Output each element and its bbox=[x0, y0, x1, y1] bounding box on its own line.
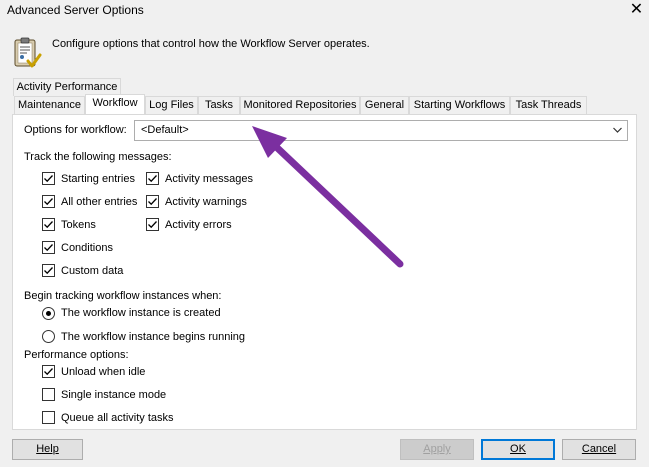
custom-data-checkbox[interactable] bbox=[42, 264, 55, 277]
activity-errors-label: Activity errors bbox=[165, 219, 232, 231]
cancel-button-label: Cancel bbox=[581, 443, 617, 455]
single-instance-mode-checkbox[interactable] bbox=[42, 388, 55, 401]
tokens-checkbox[interactable] bbox=[42, 218, 55, 231]
tab-starting-workflows[interactable]: Starting Workflows bbox=[409, 96, 510, 114]
custom-data-label: Custom data bbox=[61, 265, 124, 277]
tab-label: Starting Workflows bbox=[413, 99, 506, 111]
queue-all-activity-tasks-checkbox[interactable] bbox=[42, 411, 55, 424]
tab-log-files[interactable]: Log Files bbox=[145, 96, 198, 114]
all-other-entries-label: All other entries bbox=[61, 196, 138, 208]
apply-button[interactable]: Apply bbox=[400, 439, 474, 460]
tab-maintenance[interactable]: Maintenance bbox=[14, 96, 85, 114]
help-button-label: Help bbox=[36, 443, 59, 455]
instance-begins-running-label: The workflow instance begins running bbox=[61, 331, 246, 343]
tab-label: Maintenance bbox=[18, 99, 81, 111]
options-for-workflow-select[interactable]: <Default> bbox=[134, 120, 628, 141]
tab-monitored-repositories[interactable]: Monitored Repositories bbox=[240, 96, 360, 114]
tab-label: General bbox=[364, 99, 405, 111]
clipboard-check-icon bbox=[12, 35, 42, 71]
header-description: Configure options that control how the W… bbox=[52, 38, 370, 50]
conditions-label: Conditions bbox=[61, 242, 113, 254]
performance-options-label: Performance options: bbox=[24, 349, 129, 361]
activity-warnings-checkbox[interactable] bbox=[146, 195, 159, 208]
close-button[interactable]: ✕ bbox=[624, 0, 649, 20]
tab-label: Log Files bbox=[149, 99, 194, 111]
instance-created-label: The workflow instance is created bbox=[61, 307, 221, 319]
tab-label: Workflow bbox=[92, 97, 138, 109]
all-other-entries-checkbox[interactable] bbox=[42, 195, 55, 208]
track-messages-label: Track the following messages: bbox=[24, 151, 172, 163]
begin-tracking-label: Begin tracking workflow instances when: bbox=[24, 290, 222, 302]
help-button[interactable]: Help bbox=[12, 439, 83, 460]
options-for-workflow-label: Options for workflow: bbox=[24, 124, 127, 136]
tab-general[interactable]: General bbox=[360, 96, 409, 114]
starting-entries-checkbox[interactable] bbox=[42, 172, 55, 185]
unload-when-idle-checkbox[interactable] bbox=[42, 365, 55, 378]
conditions-checkbox[interactable] bbox=[42, 241, 55, 254]
close-icon: ✕ bbox=[629, 1, 644, 18]
activity-warnings-label: Activity warnings bbox=[165, 196, 247, 208]
starting-entries-label: Starting entries bbox=[61, 173, 135, 185]
chevron-down-icon bbox=[613, 124, 622, 136]
tokens-label: Tokens bbox=[61, 219, 96, 231]
ok-button-label: OK bbox=[510, 443, 526, 455]
tab-label: Tasks bbox=[204, 99, 234, 111]
tab-task-threads[interactable]: Task Threads bbox=[510, 96, 587, 114]
tab-label: Task Threads bbox=[515, 99, 582, 111]
instance-created-radio[interactable] bbox=[42, 307, 55, 320]
apply-button-label: Apply bbox=[423, 443, 451, 455]
options-for-workflow-value: <Default> bbox=[141, 124, 189, 136]
title-bar: Advanced Server Options ✕ bbox=[0, 0, 649, 22]
ok-button[interactable]: OK bbox=[481, 439, 555, 460]
tab-tasks[interactable]: Tasks bbox=[198, 96, 240, 114]
window-title: Advanced Server Options bbox=[7, 3, 144, 17]
instance-begins-running-radio[interactable] bbox=[42, 330, 55, 343]
queue-all-activity-tasks-label: Queue all activity tasks bbox=[61, 412, 174, 424]
single-instance-mode-label: Single instance mode bbox=[61, 389, 167, 401]
activity-messages-label: Activity messages bbox=[165, 173, 254, 185]
tab-label: Monitored Repositories bbox=[243, 99, 357, 111]
tab-workflow[interactable]: Workflow bbox=[85, 94, 145, 114]
activity-messages-checkbox[interactable] bbox=[146, 172, 159, 185]
activity-errors-checkbox[interactable] bbox=[146, 218, 159, 231]
cancel-button[interactable]: Cancel bbox=[562, 439, 636, 460]
unload-when-idle-label: Unload when idle bbox=[61, 366, 146, 378]
radio-selected-dot bbox=[46, 311, 51, 316]
tab-label: Activity Performance bbox=[16, 81, 118, 93]
